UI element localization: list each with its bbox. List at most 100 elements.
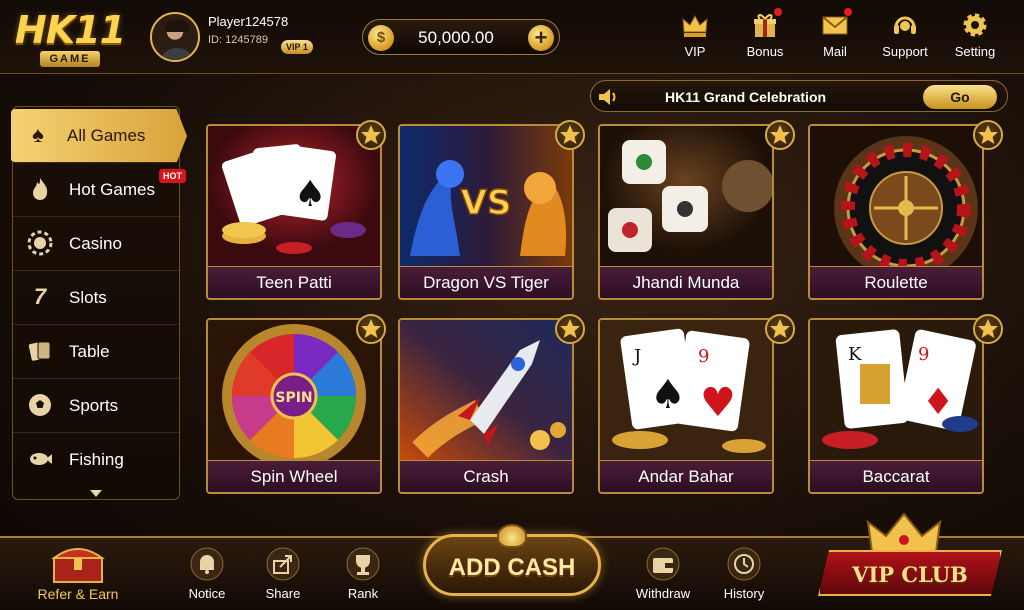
flame-icon <box>27 176 53 202</box>
game-title: Teen Patti <box>208 266 380 298</box>
refer-and-earn-label: Refer & Earn <box>37 586 119 602</box>
sidebar-item-all-games[interactable]: ♠ All Games <box>11 109 187 163</box>
headset-icon <box>890 10 920 40</box>
sidebar-item-label: Sports <box>69 396 119 415</box>
logo-sub-text: GAME <box>40 51 100 67</box>
sidebar-item-casino[interactable]: Casino <box>13 217 179 271</box>
nav-setting-label: Setting <box>954 44 996 59</box>
nav-bonus[interactable]: Bonus <box>730 6 800 66</box>
announcement-go-button[interactable]: Go <box>923 85 997 109</box>
nav-setting[interactable]: Setting <box>940 6 1010 66</box>
crown-icon <box>866 512 942 553</box>
favorite-star-icon[interactable] <box>555 314 585 344</box>
gear-icon <box>960 10 990 40</box>
game-title: Spin Wheel <box>208 460 380 492</box>
nav-bonus-label: Bonus <box>746 44 784 59</box>
game-title: Baccarat <box>810 460 982 492</box>
teen-patti-art: ♠ <box>208 126 380 266</box>
seven-icon: 7 <box>33 284 47 309</box>
roulette-art <box>810 126 982 266</box>
spade-icon: ♠ <box>32 122 44 147</box>
game-card-baccarat[interactable]: K 9 ♦ Baccarat <box>808 318 984 494</box>
favorite-star-icon[interactable] <box>356 314 386 344</box>
share-button[interactable]: Share <box>248 546 318 606</box>
share-label: Share <box>265 586 301 601</box>
fish-icon <box>27 446 53 472</box>
hk11-logo[interactable]: HK11 GAME <box>14 8 126 68</box>
mail-notification-dot <box>844 8 852 16</box>
nav-mail[interactable]: Mail <box>800 6 870 66</box>
share-icon <box>263 546 303 582</box>
nav-mail-label: Mail <box>823 44 847 59</box>
withdraw-label: Withdraw <box>635 586 691 601</box>
logo-main-text: HK11 <box>14 8 126 52</box>
game-card-teen-patti[interactable]: ♠ Teen Patti <box>206 124 382 300</box>
cards-icon <box>27 338 53 364</box>
refer-and-earn-button[interactable]: Refer & Earn <box>30 540 126 602</box>
sidebar-item-hot-games[interactable]: Hot Games HOT <box>13 163 186 217</box>
add-balance-button[interactable]: + <box>528 25 554 51</box>
sidebar-item-table[interactable]: Table <box>13 325 179 379</box>
sidebar-item-label: Fishing <box>69 450 124 469</box>
favorite-star-icon[interactable] <box>973 120 1003 150</box>
game-title: Roulette <box>810 266 982 298</box>
treasure-chest-icon <box>46 540 110 584</box>
notice-button[interactable]: Notice <box>172 546 242 606</box>
svg-text:VS: VS <box>461 183 512 223</box>
svg-text:SPIN: SPIN <box>275 390 312 406</box>
rank-label: Rank <box>347 586 379 601</box>
sidebar-item-fishing[interactable]: Fishing <box>13 433 179 487</box>
spin-wheel-art: SPIN <box>208 320 380 460</box>
vip-club-button[interactable]: VIP CLUB <box>808 512 1008 604</box>
svg-text:♥: ♥ <box>700 380 736 426</box>
announcement-bar[interactable]: HK11 Grand Celebration Go <box>590 80 1008 112</box>
rank-button[interactable]: Rank <box>328 546 398 606</box>
game-card-andar-bahar[interactable]: J ♠ 9 ♥ Andar Bahar <box>598 318 774 494</box>
favorite-star-icon[interactable] <box>765 120 795 150</box>
game-card-crash[interactable]: Crash <box>398 318 574 494</box>
jhandi-munda-art <box>600 126 772 266</box>
add-cash-label: ADD CASH <box>448 554 576 581</box>
add-cash-button[interactable]: ADD CASH <box>423 524 601 600</box>
andar-bahar-art: J ♠ 9 ♥ <box>600 320 772 460</box>
sidebar-item-label: Table <box>69 342 110 361</box>
history-button[interactable]: History <box>709 546 779 606</box>
svg-text:♦: ♦ <box>922 382 954 423</box>
avatar[interactable] <box>150 12 200 62</box>
nav-support-label: Support <box>882 44 928 59</box>
game-card-dragon-vs-tiger[interactable]: VS Dragon VS Tiger <box>398 124 574 300</box>
nav-support[interactable]: Support <box>870 6 940 66</box>
wallet-balance[interactable]: $ 50,000.00 + <box>362 19 560 55</box>
game-card-roulette[interactable]: Roulette <box>808 124 984 300</box>
mail-icon <box>820 8 852 40</box>
baccarat-art: K 9 ♦ <box>810 320 982 460</box>
history-label: History <box>723 586 765 601</box>
gift-icon <box>750 8 782 40</box>
hot-tag: HOT <box>159 169 186 183</box>
game-title: Jhandi Munda <box>600 266 772 298</box>
favorite-star-icon[interactable] <box>973 314 1003 344</box>
player-id: ID: 1245789 <box>208 34 268 46</box>
game-card-spin-wheel[interactable]: SPIN Spin Wheel <box>206 318 382 494</box>
game-title: Dragon VS Tiger <box>400 266 572 298</box>
favorite-star-icon[interactable] <box>356 120 386 150</box>
top-bar: HK11 GAME Player124578 ID: 1245789 VIP 1… <box>0 0 1024 74</box>
chevron-down-icon[interactable] <box>89 485 103 497</box>
balance-amount: 50,000.00 <box>418 28 494 47</box>
sidebar-item-sports[interactable]: Sports <box>13 379 179 433</box>
nav-vip[interactable]: VIP <box>660 6 730 66</box>
player-name: Player124578 <box>208 14 289 29</box>
announcement-text: HK11 Grand Celebration <box>665 89 827 105</box>
sidebar-item-slots[interactable]: 7 Slots <box>13 271 179 325</box>
favorite-star-icon[interactable] <box>555 120 585 150</box>
favorite-star-icon[interactable] <box>765 314 795 344</box>
bonus-notification-dot <box>774 8 782 16</box>
withdraw-button[interactable]: Withdraw <box>628 546 698 606</box>
svg-text:♠: ♠ <box>294 174 326 215</box>
top-nav: VIP Bonus Mail Support Setting <box>660 6 1010 66</box>
game-card-jhandi-munda[interactable]: Jhandi Munda <box>598 124 774 300</box>
vip-level-badge: VIP 1 <box>281 40 313 54</box>
game-title: Crash <box>400 460 572 492</box>
sidebar-item-label: Casino <box>69 234 122 253</box>
speaker-icon <box>597 87 619 107</box>
